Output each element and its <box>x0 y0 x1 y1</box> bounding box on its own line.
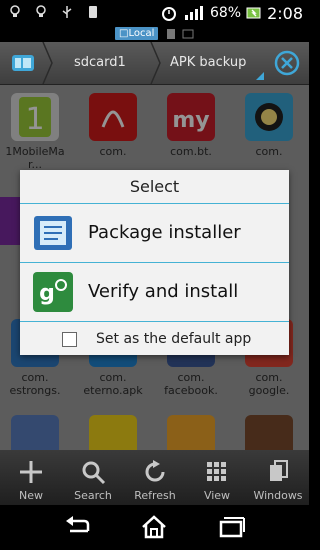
refresh-icon <box>145 460 165 482</box>
option-package-installer[interactable]: Package installer <box>20 204 289 263</box>
refresh-button[interactable]: Refresh <box>124 450 186 505</box>
option-label: Package installer <box>88 222 241 243</box>
bottom-action-bar: New Search Refresh View Windows <box>0 450 309 505</box>
view-button[interactable]: View <box>186 450 248 505</box>
select-dialog: Select Package installer g Verify and in… <box>20 170 289 355</box>
windows-icon <box>270 460 288 481</box>
dialog-title: Select <box>20 170 289 204</box>
default-app-row[interactable]: Set as the default app <box>20 322 289 356</box>
recents-icon <box>219 517 245 538</box>
signal-icon <box>184 6 203 20</box>
new-button[interactable]: New <box>0 450 62 505</box>
svg-text:g: g <box>39 281 55 306</box>
close-icon <box>274 50 300 76</box>
recents-button[interactable] <box>212 513 252 541</box>
clock: 2:08 <box>267 3 303 23</box>
default-app-checkbox[interactable] <box>62 332 77 347</box>
status-bar: 68% 2:08 <box>0 0 309 26</box>
location-indicator-bar: □Local <box>0 26 309 42</box>
local-chip: □Local <box>115 27 159 40</box>
breadcrumb-separator <box>42 41 54 85</box>
bulb-icon <box>8 5 22 19</box>
verify-install-icon: g <box>33 272 73 312</box>
system-navigation-bar <box>0 505 309 550</box>
alarm-icon <box>161 7 176 21</box>
back-icon <box>66 516 90 533</box>
search-icon <box>82 461 106 485</box>
breadcrumb-sdcard1[interactable]: sdcard1 <box>74 42 126 84</box>
option-verify-and-install[interactable]: g Verify and install <box>20 263 289 322</box>
usb-icon <box>60 5 74 19</box>
panels-icon <box>12 55 34 71</box>
sidebar-toggle-button[interactable] <box>8 48 38 78</box>
home-button[interactable] <box>134 513 174 541</box>
home-icon <box>142 515 166 539</box>
dropdown-corner-icon <box>256 72 264 80</box>
grid-icon <box>207 462 226 481</box>
path-toolbar: sdcard1 APK backup <box>0 41 309 85</box>
close-path-button[interactable] <box>272 48 302 78</box>
plus-icon <box>20 461 42 483</box>
battery-percent: 68% <box>209 5 242 21</box>
default-app-label: Set as the default app <box>96 331 252 347</box>
option-label: Verify and install <box>88 281 239 302</box>
breadcrumb-separator <box>150 41 162 85</box>
breadcrumb-apk-backup[interactable]: APK backup <box>170 42 246 84</box>
back-button[interactable] <box>58 513 98 541</box>
phone-icon <box>86 5 100 19</box>
bulb-icon <box>34 5 48 19</box>
window-icon <box>182 29 194 39</box>
battery-icon <box>246 7 261 19</box>
sd-card-icon <box>167 29 175 39</box>
package-installer-icon <box>34 216 72 250</box>
search-button[interactable]: Search <box>62 450 124 505</box>
windows-button[interactable]: Windows <box>247 450 309 505</box>
